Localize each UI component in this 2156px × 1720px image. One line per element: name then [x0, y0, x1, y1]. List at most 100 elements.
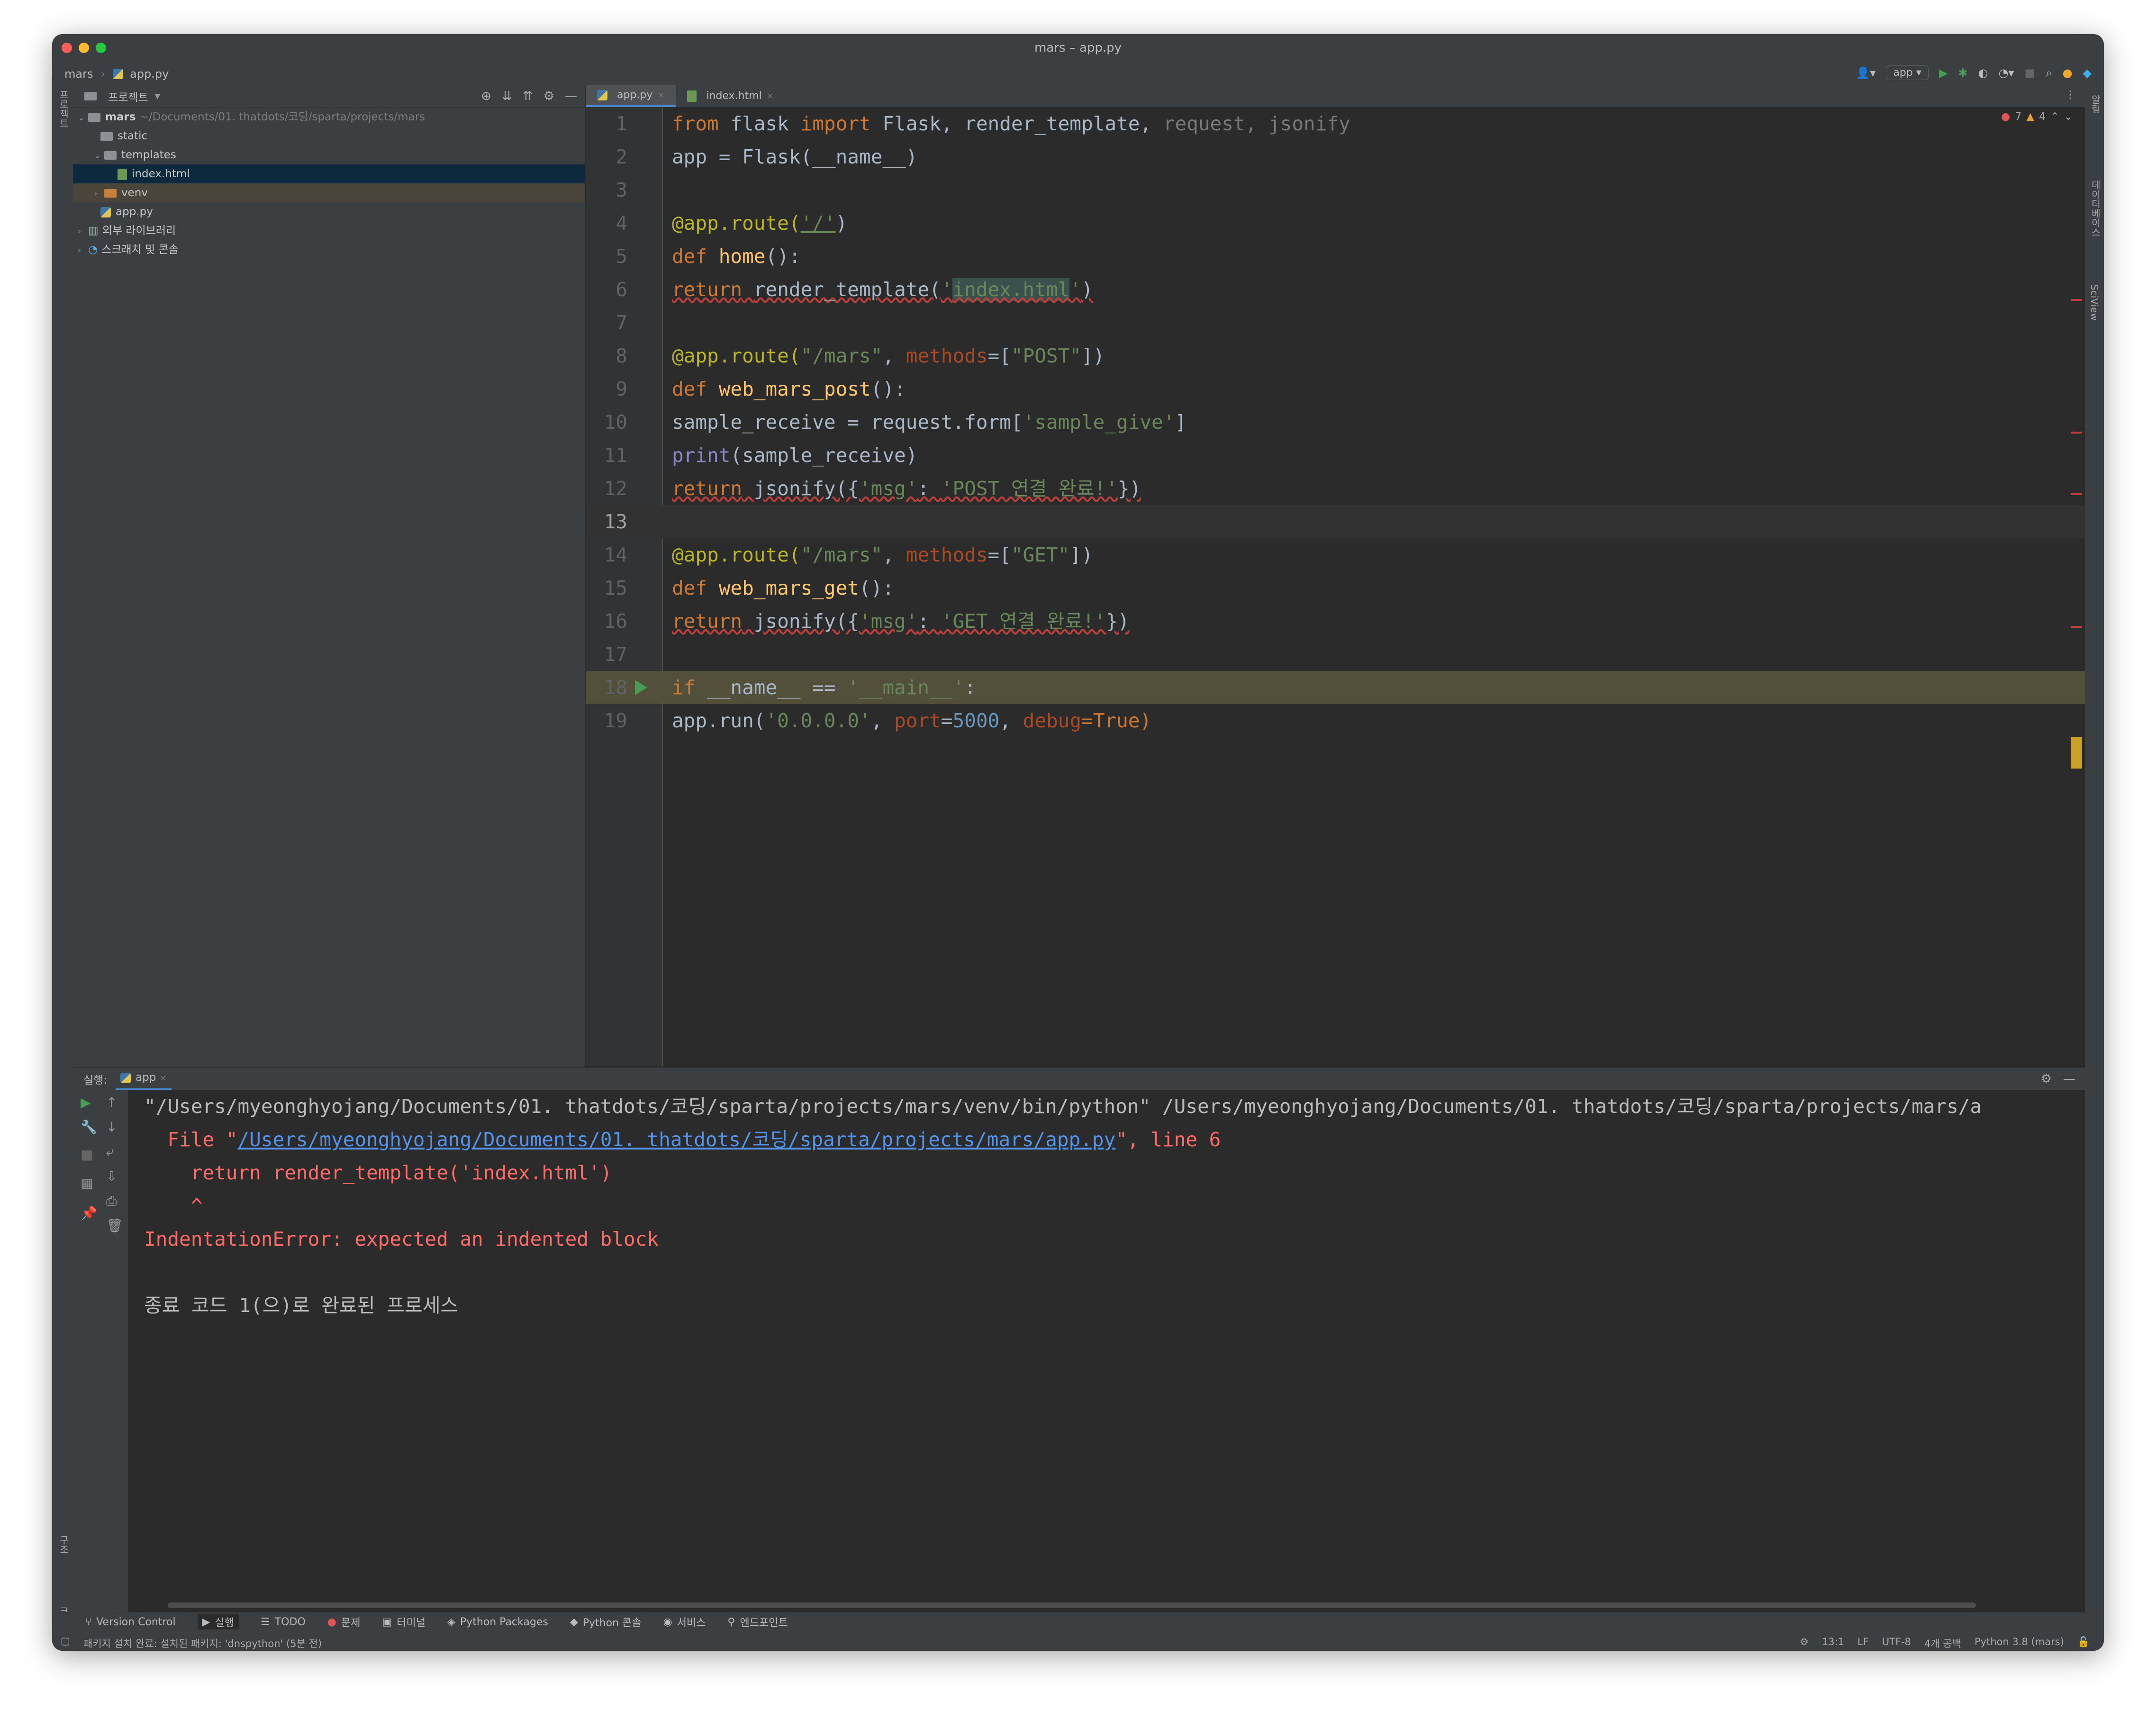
close-icon[interactable]: × — [160, 1073, 167, 1083]
right-tool-strip: 알림 데이터베이스 SciView — [2084, 85, 2104, 1613]
tab-app-py[interactable]: app.py × — [586, 85, 676, 107]
problems-tool[interactable]: ● 문제 — [327, 1614, 361, 1629]
debug-icon[interactable]: ✱ — [1958, 66, 1967, 80]
up-arrow-icon[interactable]: ↑ — [106, 1095, 117, 1110]
function-name: web_mars_get — [718, 577, 859, 599]
version-control-tool[interactable]: ⑂ Version Control — [85, 1616, 176, 1628]
coverage-icon[interactable]: ◐ — [1978, 66, 1988, 80]
close-icon[interactable]: × — [767, 85, 774, 107]
profile-icon[interactable]: ◔▾ — [1998, 66, 2014, 80]
tool-label: 문제 — [341, 1617, 361, 1629]
chevron-right-icon[interactable]: › — [78, 222, 88, 241]
user-icon[interactable]: 👤▾ — [1856, 66, 1876, 80]
soft-wrap-icon[interactable]: ⤶ — [106, 1144, 114, 1160]
code-editor[interactable]: ● 7 ▲ 4 ⌃ ⌄ 1 from flask import Flask, rende… — [586, 107, 2085, 1066]
notifications-tool-label[interactable]: 알림 — [2089, 95, 2102, 114]
breadcrumb-file[interactable]: app.py — [130, 67, 169, 81]
services-tool[interactable]: ◉ 서비스 — [663, 1614, 706, 1629]
file-encoding[interactable]: UTF-8 — [1882, 1636, 1911, 1650]
collapse-all-icon[interactable]: ⇈ — [523, 89, 533, 103]
play-icon: ▶ — [202, 1616, 210, 1628]
list-icon: ☰ — [261, 1616, 270, 1628]
update-icon[interactable]: ● — [2063, 66, 2073, 80]
expand-all-icon[interactable]: ⇊ — [502, 89, 512, 103]
tab-index-html[interactable]: index.html × — [676, 85, 785, 107]
hide-panel-icon[interactable]: — — [565, 89, 577, 103]
python-interpreter[interactable]: Python 3.8 (mars) — [1975, 1636, 2064, 1650]
run-icon[interactable]: ▶ — [1939, 66, 1948, 80]
console-text: ", line 6 — [1115, 1128, 1221, 1151]
highlight-stripe[interactable] — [2071, 737, 2082, 769]
search-icon[interactable]: ⌕ — [2046, 66, 2052, 80]
breadcrumb-project[interactable]: mars — [64, 67, 93, 81]
tree-item-templates[interactable]: ⌄ templates — [73, 145, 585, 164]
tree-item-mars[interactable]: ⌄ mars ~/Documents/01. thatdots/코딩/sparta/… — [73, 108, 585, 127]
console-file-link[interactable]: /Users/myeonghyojang/Documents/01. thatd… — [237, 1128, 1115, 1151]
project-panel-title[interactable]: 프로젝트 — [108, 88, 148, 104]
run-tool[interactable]: ▶ 실행 — [197, 1614, 239, 1629]
console-output[interactable]: "/Users/myeonghyojang/Documents/01. that… — [144, 1090, 2071, 1594]
code-line: 10 sample_receive = request.form['sample_… — [586, 406, 2085, 439]
lock-icon[interactable]: 🔓 — [2077, 1636, 2090, 1650]
gear-icon[interactable]: ⚙ — [2041, 1072, 2052, 1086]
wrench-icon[interactable]: 🔧 — [81, 1119, 97, 1135]
logo-icon[interactable]: ◆ — [2083, 66, 2092, 80]
chevron-right-icon[interactable]: › — [78, 241, 88, 260]
stop-icon[interactable]: ■ — [2024, 66, 2035, 80]
chevron-right-icon[interactable]: › — [94, 184, 104, 203]
project-tool-label[interactable]: 프로젝트 — [57, 90, 71, 128]
run-tab-label: app — [136, 1071, 156, 1084]
code-text: jsonify({ — [753, 477, 859, 500]
minimize-window-button[interactable] — [79, 43, 89, 53]
caret-position[interactable]: 13:1 — [1822, 1636, 1844, 1650]
zoom-window-button[interactable] — [96, 43, 106, 53]
tool-label: 터미널 — [397, 1617, 426, 1629]
trash-icon[interactable]: 🗑 — [106, 1218, 123, 1233]
pin-icon[interactable]: 📌 — [81, 1205, 97, 1221]
structure-tool-label[interactable]: 구조 — [57, 1535, 71, 1554]
chevron-down-icon[interactable]: ⌄ — [78, 109, 88, 127]
chevron-down-icon[interactable]: ▾ — [155, 90, 161, 102]
decorator: @app.route( — [672, 212, 801, 235]
rerun-icon[interactable]: ▶ — [81, 1095, 91, 1110]
run-gutter-icon[interactable] — [635, 680, 647, 695]
more-icon[interactable]: ⋮ — [2065, 89, 2075, 101]
chevron-down-icon[interactable]: ⌄ — [94, 146, 104, 165]
run-configuration-select[interactable]: app ▾ — [1886, 65, 1929, 80]
tree-item-venv[interactable]: › venv — [73, 183, 585, 202]
print-icon[interactable]: ⎙ — [106, 1193, 117, 1209]
database-tool-label[interactable]: 데이터베이스 — [2089, 180, 2102, 237]
stop-icon[interactable]: ■ — [81, 1147, 93, 1162]
network-icon[interactable]: ⚙ — [1800, 1636, 1809, 1650]
status-message[interactable]: 패키지 설치 완료: 설치된 패키지: 'dnspython' (5분 전) — [83, 1636, 322, 1650]
line-separator[interactable]: LF — [1857, 1636, 1869, 1650]
scroll-to-end-icon[interactable]: ⇩ — [106, 1168, 117, 1184]
run-tab-app[interactable]: app × — [116, 1068, 172, 1090]
tree-item-app-py[interactable]: app.py — [73, 202, 585, 221]
close-icon[interactable]: × — [657, 84, 664, 106]
code-text: , — [999, 709, 1023, 732]
indent-setting[interactable]: 4개 공백 — [1924, 1636, 1961, 1650]
layout-icon[interactable]: ▦ — [81, 1175, 93, 1191]
close-window-button[interactable] — [62, 43, 72, 53]
python-packages-tool[interactable]: ◈ Python Packages — [447, 1616, 548, 1628]
gear-icon[interactable]: ⚙ — [544, 89, 554, 103]
decorator: @app.route( — [672, 344, 801, 367]
tree-item-index-html[interactable]: index.html — [73, 164, 585, 183]
down-arrow-icon[interactable]: ↓ — [106, 1119, 117, 1135]
panel-toggle-icon[interactable]: ▢ — [61, 1635, 70, 1647]
sciview-tool-label[interactable]: SciView — [2089, 284, 2100, 321]
python-icon: ◆ — [570, 1616, 578, 1628]
python-console-tool[interactable]: ◆ Python 콘솔 — [570, 1614, 642, 1629]
tree-item-static[interactable]: static — [73, 127, 585, 145]
code-line: 6 return render_template('index.html') — [586, 273, 2085, 306]
tree-item-scratches[interactable]: › ◔ 스크래치 및 콘솔 — [73, 240, 585, 259]
locate-icon[interactable]: ⊕ — [481, 89, 491, 103]
terminal-tool[interactable]: ▣ 터미널 — [382, 1614, 426, 1629]
endpoints-tool[interactable]: ⚲ 엔드포인트 — [727, 1614, 788, 1629]
tree-item-external-libraries[interactable]: › ▥ 외부 라이브러리 — [73, 221, 585, 240]
code-text: : — [917, 610, 941, 633]
hide-panel-icon[interactable]: — — [2063, 1072, 2075, 1086]
todo-tool[interactable]: ☰ TODO — [261, 1616, 306, 1628]
horizontal-scrollbar[interactable] — [168, 1602, 1976, 1608]
